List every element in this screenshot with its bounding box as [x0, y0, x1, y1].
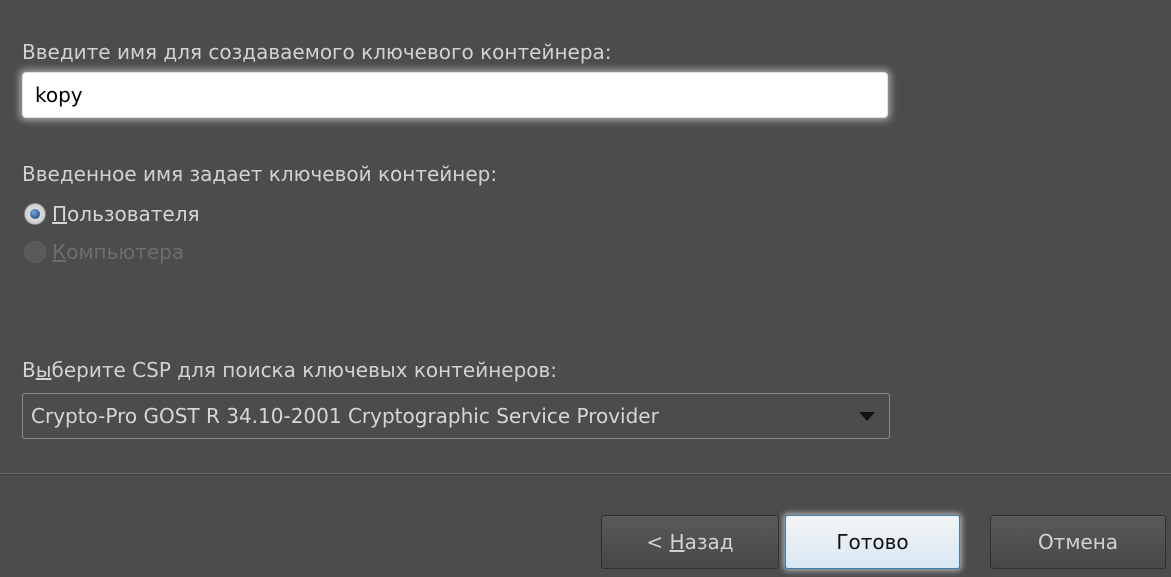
container-name-input[interactable] — [22, 72, 888, 118]
finish-button[interactable]: Готово — [785, 515, 960, 569]
radio-user-text: ользователя — [67, 202, 200, 226]
finish-button-label: Готово — [836, 530, 909, 554]
container-scope-label: Введенное имя задает ключевой контейнер: — [22, 162, 498, 186]
csp-dropdown[interactable]: Crypto-Pro GOST R 34.10-2001 Cryptograph… — [22, 393, 890, 439]
back-button-text: азад — [684, 530, 734, 554]
csp-label-post: берите CSP для поиска ключевых контейнер… — [51, 358, 558, 382]
cancel-button[interactable]: Отмена — [990, 515, 1166, 569]
back-button-mnemonic: Н — [669, 530, 685, 554]
radio-computer-option: Компьютера — [24, 237, 184, 267]
csp-label-mnemonic: ы — [35, 358, 52, 382]
key-container-dialog: Введите имя для создаваемого ключевого к… — [0, 0, 1171, 577]
csp-label-pre: В — [22, 358, 36, 382]
radio-user-option[interactable]: Пользователя — [24, 199, 200, 229]
radio-user-button[interactable] — [24, 203, 46, 225]
csp-label: Выберите CSP для поиска ключевых контейн… — [22, 358, 557, 382]
radio-computer-mnemonic: К — [52, 240, 67, 264]
radio-computer-button — [24, 241, 46, 263]
back-button[interactable]: < Назад — [601, 515, 779, 569]
radio-user-label[interactable]: Пользователя — [52, 202, 200, 226]
button-bar-divider-shadow — [0, 474, 1171, 475]
radio-computer-label: Компьютера — [52, 240, 184, 264]
chevron-down-icon[interactable] — [859, 411, 875, 421]
csp-dropdown-value: Crypto-Pro GOST R 34.10-2001 Cryptograph… — [31, 404, 659, 428]
container-name-label: Введите имя для создаваемого ключевого к… — [22, 40, 612, 64]
back-button-prefix: < — [646, 530, 670, 554]
radio-user-mnemonic: П — [52, 202, 68, 226]
radio-computer-text: омпьютера — [66, 240, 185, 264]
cancel-button-label: Отмена — [1037, 530, 1119, 554]
